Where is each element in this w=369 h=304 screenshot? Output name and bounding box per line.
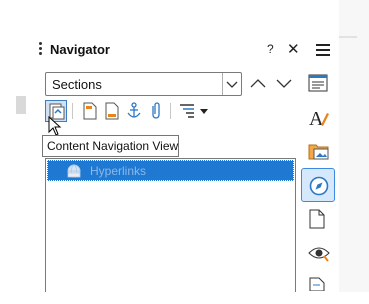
toolbar-separator bbox=[72, 103, 73, 119]
close-button[interactable]: ✕ bbox=[287, 40, 300, 58]
svg-text:A: A bbox=[309, 108, 324, 129]
header-icon[interactable] bbox=[79, 100, 101, 122]
navigator-icon[interactable] bbox=[301, 168, 335, 202]
heading-levels-icon[interactable] bbox=[176, 100, 198, 122]
toolbar-separator bbox=[170, 103, 171, 119]
category-select-value: Sections bbox=[52, 77, 102, 92]
move-up-button[interactable] bbox=[250, 76, 266, 94]
hamburger-menu-icon[interactable] bbox=[316, 44, 330, 59]
drag-grip-icon[interactable] bbox=[39, 42, 42, 56]
divider bbox=[339, 36, 357, 38]
tooltip: Content Navigation View bbox=[42, 135, 179, 157]
scroll-marker bbox=[16, 96, 26, 114]
document-area bbox=[0, 0, 33, 292]
gallery-icon[interactable] bbox=[301, 134, 335, 168]
content-tree[interactable]: Hyperlinks bbox=[45, 158, 296, 292]
category-select[interactable]: Sections bbox=[45, 72, 242, 96]
attachment-icon[interactable] bbox=[145, 100, 167, 122]
navigator-panel: Navigator ? ✕ Sections Hyperlinks Conten… bbox=[33, 32, 339, 292]
deck-edge bbox=[339, 0, 369, 292]
anchor-icon[interactable] bbox=[123, 100, 145, 122]
help-button[interactable]: ? bbox=[267, 42, 274, 56]
manage-changes-icon[interactable] bbox=[301, 270, 335, 304]
properties-icon[interactable] bbox=[301, 66, 335, 100]
styles-icon[interactable]: A bbox=[301, 100, 335, 134]
page-icon[interactable] bbox=[301, 202, 335, 236]
tree-item-label: Hyperlinks bbox=[90, 164, 147, 178]
panel-title: Navigator bbox=[50, 42, 110, 57]
move-down-button[interactable] bbox=[276, 76, 292, 94]
navigator-toolbar bbox=[45, 100, 245, 124]
dropdown-arrow-icon[interactable] bbox=[197, 100, 211, 122]
hyperlink-globe-icon bbox=[66, 164, 82, 183]
chevron-down-icon[interactable] bbox=[222, 73, 241, 95]
footer-icon[interactable] bbox=[101, 100, 123, 122]
style-inspector-icon[interactable] bbox=[301, 236, 335, 270]
tree-item-hyperlinks[interactable]: Hyperlinks bbox=[47, 160, 294, 181]
